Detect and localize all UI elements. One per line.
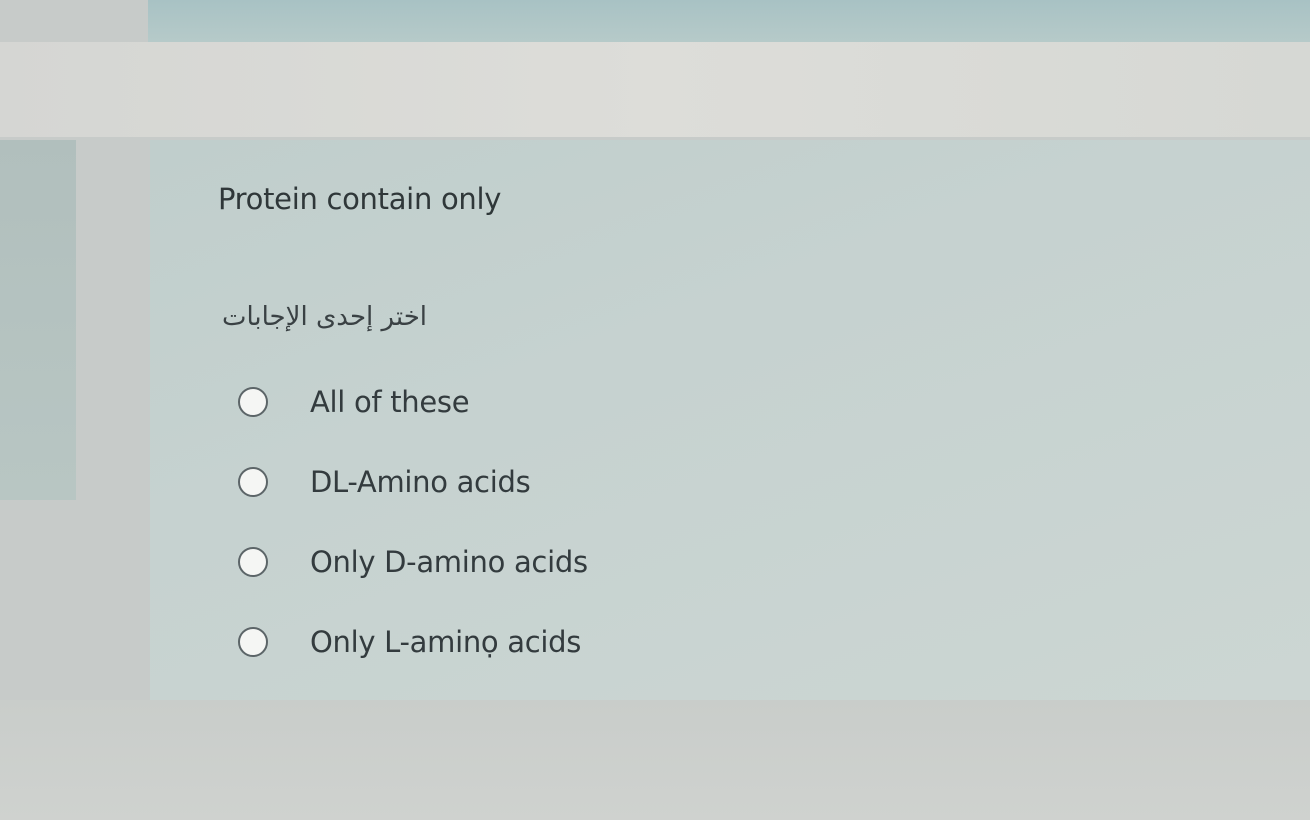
question-info-sidebar — [0, 140, 76, 500]
option-label: Only D-amino acids — [310, 545, 588, 579]
option-label: Only L-aminọ acids — [310, 625, 582, 659]
page-footer-area — [0, 700, 1310, 820]
header-strip — [0, 42, 1310, 137]
option-label: All of these — [310, 385, 470, 419]
answer-option[interactable]: Only L-aminọ acids — [238, 602, 738, 682]
answer-option[interactable]: All of these — [238, 362, 738, 442]
answer-prompt: اختر إحدى الإجابات — [222, 302, 427, 332]
question-text: Protein contain only — [218, 182, 502, 216]
header-banner — [148, 0, 1310, 42]
answer-option[interactable]: Only D-amino acids — [238, 522, 738, 602]
radio-button[interactable] — [238, 467, 268, 497]
answer-option[interactable]: DL-Amino acids — [238, 442, 738, 522]
radio-button[interactable] — [238, 547, 268, 577]
radio-button[interactable] — [238, 387, 268, 417]
option-label: DL-Amino acids — [310, 465, 531, 499]
radio-button[interactable] — [238, 627, 268, 657]
answer-options: All of these DL-Amino acids Only D-amino… — [238, 362, 738, 682]
